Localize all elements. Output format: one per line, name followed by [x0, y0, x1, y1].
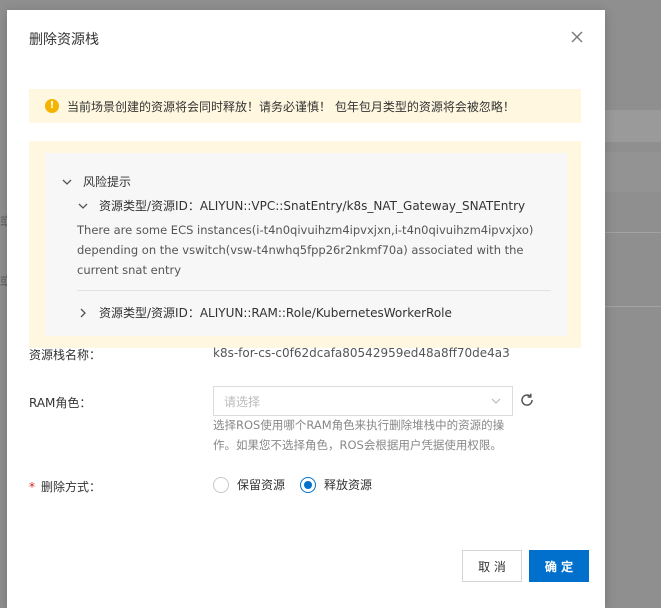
chevron-down-icon[interactable]	[77, 200, 89, 212]
risk-item-label: 资源类型/资源ID：ALIYUN::VPC::SnatEntry/k8s_NAT…	[99, 199, 526, 213]
risk-item-header[interactable]: 资源类型/资源ID：ALIYUN::VPC::SnatEntry/k8s_NAT…	[77, 197, 525, 214]
risk-panel: 风险提示 资源类型/资源ID：ALIYUN::VPC::SnatEntry/k8…	[29, 141, 581, 348]
delete-stack-dialog: 删除资源栈 ! 当前场景创建的资源将会同时释放！请务必谨慎！ 包年包月类型的资源…	[7, 10, 605, 608]
warning-circle-icon: !	[45, 99, 59, 113]
radio-release-resources[interactable]: 释放资源	[300, 476, 372, 493]
risk-item-description: There are some ECS instances(i-t4n0qivui…	[77, 223, 534, 277]
delete-method-label: * 删除方式：	[29, 478, 101, 495]
dialog-title: 删除资源栈	[29, 32, 99, 48]
cancel-button[interactable]: 取 消	[462, 550, 522, 582]
radio-circle[interactable]	[300, 476, 316, 493]
radio-retain-resources[interactable]: 保留资源	[213, 476, 285, 493]
background-table-header	[605, 152, 661, 192]
radio-label: 保留资源	[237, 478, 286, 492]
chevron-right-icon[interactable]	[77, 307, 89, 319]
ram-role-help-text: 选择ROS使用哪个RAM角色来执行删除堆栈中的资源的操作。如果您不选择角色，RO…	[213, 418, 505, 452]
chevron-down-icon[interactable]	[61, 176, 73, 188]
radio-label: 释放资源	[324, 478, 373, 492]
ram-role-label: RAM角色：	[29, 396, 92, 410]
required-mark: *	[29, 480, 35, 494]
risk-item-label: 资源类型/资源ID：ALIYUN::RAM::Role/KubernetesWo…	[99, 306, 452, 320]
chevron-down-icon	[491, 398, 501, 404]
risk-item-header[interactable]: 资源类型/资源ID：ALIYUN::RAM::Role/KubernetesWo…	[77, 304, 452, 321]
stack-name-label: 资源栈名称：	[29, 348, 102, 362]
refresh-icon[interactable]	[519, 392, 535, 408]
stack-name-value: k8s-for-cs-c0f62dcafa80542959ed48a8ff70d…	[213, 346, 510, 360]
close-icon[interactable]	[566, 26, 588, 48]
radio-circle[interactable]	[213, 476, 229, 493]
risk-section-title: 风险提示	[83, 175, 132, 189]
warning-alert: ! 当前场景创建的资源将会同时释放！请务必谨慎！ 包年包月类型的资源将会被忽略！	[29, 89, 581, 123]
background-toolbar-strip	[605, 110, 661, 142]
divider	[77, 290, 551, 291]
risk-panel-content: 风险提示 资源类型/资源ID：ALIYUN::VPC::SnatEntry/k8…	[45, 153, 567, 336]
risk-section-header[interactable]: 风险提示	[61, 173, 131, 190]
delete-method-label-text: 删除方式：	[41, 480, 102, 494]
warning-text: 当前场景创建的资源将会同时释放！请务必谨慎！ 包年包月类型的资源将会被忽略！	[67, 99, 515, 114]
ram-role-placeholder: 请选择	[224, 394, 261, 409]
confirm-button[interactable]: 确 定	[529, 550, 589, 582]
ram-role-select[interactable]: 请选择	[213, 386, 513, 416]
background-row-divider	[605, 232, 661, 233]
background-row-divider	[605, 306, 661, 307]
